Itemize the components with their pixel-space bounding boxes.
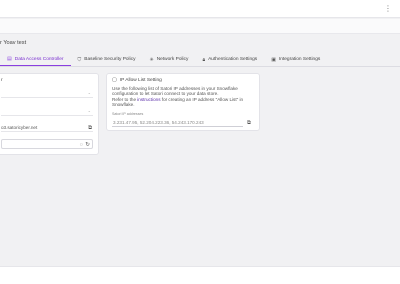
network-icon: ✳ [149, 56, 154, 63]
ip-allow-list-title: ▢ IP Allow List Setting [112, 77, 162, 83]
tab-integration-settings[interactable]: ▣ Integration Settings [264, 53, 327, 66]
refresh-icon[interactable]: ↻ [85, 142, 90, 148]
hostname-field: o3.satoricyber.net ⧉ [1, 123, 93, 132]
ip-addresses-value: 3.231.47.95, 52.204.223.36, 54.243.170.2… [113, 120, 204, 125]
info-icon: ▢ [112, 77, 117, 83]
chevron-down-icon: ⌄ [87, 90, 91, 95]
tab-baseline-security-policy[interactable]: ⛉ Baseline Security Policy [71, 53, 143, 66]
copy-icon[interactable]: ⧉ [88, 125, 92, 131]
sub-bar [0, 19, 400, 34]
panel-label: r [1, 78, 3, 83]
select-field-2[interactable]: ⌄ [1, 107, 93, 116]
select-field-1[interactable]: ⌄ [1, 89, 93, 98]
ip-allow-list-description: Use the following list of Satori IP addr… [112, 86, 244, 108]
tab-network-policy[interactable]: ✳ Network Policy [143, 53, 196, 66]
datastore-settings-panel: r ⌄ ⌄ o3.satoricyber.net ⧉ ◌ ↻ [0, 73, 99, 155]
tab-authentication-settings[interactable]: 🔒︎ Authentication Settings [195, 53, 264, 66]
footer-bar [0, 266, 400, 284]
ip-allow-list-panel: ▢ IP Allow List Setting Use the followin… [106, 73, 260, 131]
hostname-value: o3.satoricyber.net [1, 125, 38, 130]
lock-icon: 🔒︎ [202, 56, 206, 63]
chevron-down-icon: ⌄ [87, 108, 91, 113]
breadcrumb: r Yoav test [0, 40, 27, 46]
loader-icon: ◌ [79, 142, 83, 148]
instructions-link[interactable]: instructions [137, 97, 160, 102]
tab-bar: ▤ Data Access Controller ⛉ Baseline Secu… [0, 53, 400, 67]
more-vertical-icon[interactable]: ⋮ [382, 3, 394, 15]
top-bar: ⋮ [0, 0, 400, 18]
text-input[interactable]: ◌ ↻ [1, 139, 93, 149]
copy-icon[interactable]: ⧉ [247, 120, 251, 126]
database-icon: ▣ [271, 56, 276, 63]
shield-icon: ⛉ [77, 56, 82, 63]
list-icon: ▤ [7, 56, 12, 62]
tab-data-access-controller[interactable]: ▤ Data Access Controller [0, 53, 71, 66]
